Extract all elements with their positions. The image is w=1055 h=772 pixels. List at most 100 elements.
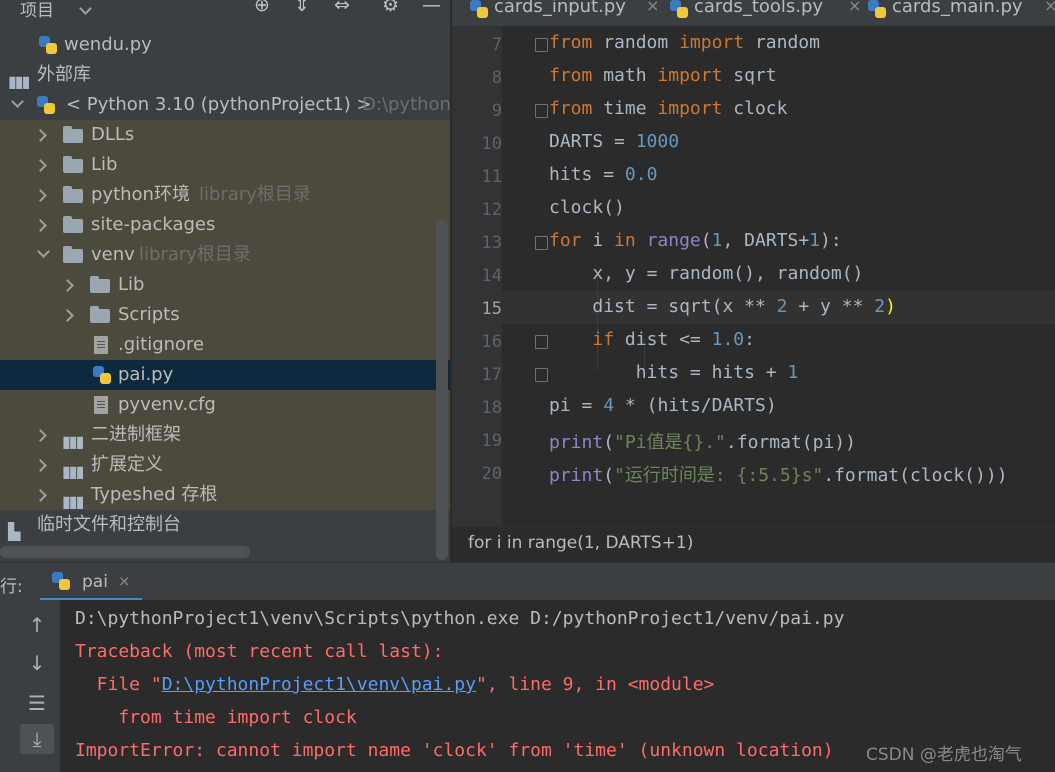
tree-item-label: site-packages <box>91 214 216 235</box>
chevron-right-icon[interactable] <box>36 191 46 201</box>
tree-item-pai-py[interactable]: pai.py <box>0 360 450 390</box>
chevron-right-icon[interactable] <box>63 311 73 321</box>
code-line[interactable]: from random import random <box>549 32 820 53</box>
close-icon[interactable]: × <box>646 0 659 15</box>
tree-item-extended-definitions[interactable]: ▮▮▮ 扩展定义 <box>0 450 450 481</box>
code-line[interactable]: x, y = random(), random() <box>549 263 863 284</box>
chevron-right-icon[interactable] <box>36 431 46 441</box>
tree-item-gitignore[interactable]: .gitignore <box>0 330 450 360</box>
fold-marker-icon[interactable] <box>535 335 548 349</box>
folder-icon <box>63 246 83 263</box>
scroll-to-end-icon[interactable]: ⤓ <box>20 724 54 754</box>
tree-vertical-scrollbar[interactable] <box>436 220 448 560</box>
console-code-line: from time import clock <box>75 707 357 728</box>
console-file-prefix: File " <box>75 674 162 695</box>
soft-wrap-icon[interactable]: ☰ <box>20 688 54 718</box>
tab-cards-main[interactable]: cards_main.py × <box>868 0 1055 22</box>
tab-cards-tools[interactable]: cards_tools.py × <box>670 0 861 22</box>
code-line[interactable]: print("运行时间是: {:5.5}s".format(clock())) <box>549 461 1008 487</box>
tree-item-python-env[interactable]: python环境 library根目录 <box>0 180 450 210</box>
tree-item-label: pyvenv.cfg <box>118 394 216 415</box>
run-tab-pai[interactable]: pai × <box>40 563 142 601</box>
chevron-right-icon[interactable] <box>36 161 46 171</box>
tree-item-wendu-py[interactable]: wendu.py <box>0 30 450 60</box>
code-line[interactable]: dist = sqrt(x ** 2 + y ** 2) <box>549 296 896 317</box>
code-line[interactable]: pi = 4 * (hits/DARTS) <box>549 395 777 416</box>
line-number: 10 <box>481 134 502 154</box>
breadcrumb-item[interactable]: for i in range(1, DARTS+1) <box>468 533 693 553</box>
project-view-dropdown-icon[interactable] <box>80 6 90 16</box>
line-number: 13 <box>481 233 502 253</box>
code-line[interactable]: hits = 0.0 <box>549 164 657 185</box>
locate-file-icon[interactable]: ⊕ <box>254 0 270 16</box>
tree-item-scratches[interactable]: ▙ 临时文件和控制台 <box>0 510 450 541</box>
tree-item-external-libraries[interactable]: ▮▮▮ 外部库 <box>0 60 450 91</box>
python-file-icon <box>670 0 688 18</box>
console-file-link[interactable]: D:\pythonProject1\venv\pai.py <box>162 674 476 695</box>
tree-item-label: 二进制框架 <box>91 424 181 445</box>
tree-item-binary-skeletons[interactable]: ▮▮▮ 二进制框架 <box>0 420 450 451</box>
run-tab-label: pai <box>82 572 108 592</box>
fold-marker-icon[interactable] <box>535 236 548 250</box>
breadcrumb[interactable]: for i in range(1, DARTS+1) <box>452 526 1055 563</box>
tree-horizontal-scrollbar[interactable] <box>0 546 250 558</box>
tree-item-python-sdk[interactable]: < Python 3.10 (pythonProject1) > D:\pyth… <box>0 90 450 120</box>
chevron-right-icon[interactable] <box>36 491 46 501</box>
tree-item-label: Typeshed 存根 <box>91 484 218 505</box>
folder-icon <box>63 126 83 143</box>
line-number-gutter: 7 8 9 10 11 12 13 14 15 16 17 18 19 20 <box>452 26 502 526</box>
tree-item-dlls[interactable]: DLLs <box>0 120 450 150</box>
scroll-down-icon[interactable]: ↓ <box>20 648 54 678</box>
run-label: 行: <box>0 577 23 597</box>
tab-cards-input[interactable]: cards_input.py × <box>470 0 660 22</box>
chevron-right-icon[interactable] <box>63 281 73 291</box>
minimize-icon[interactable]: — <box>422 0 441 16</box>
tree-item-label: Scripts <box>118 304 180 325</box>
fold-marker-icon[interactable] <box>535 38 548 52</box>
project-title[interactable]: 项目 <box>20 0 54 21</box>
fold-marker-icon[interactable] <box>535 104 548 118</box>
tree-item-label: 外部库 <box>37 64 91 85</box>
chevron-down-icon[interactable] <box>38 249 48 259</box>
tree-item-typeshed-stubs[interactable]: ▮▮▮ Typeshed 存根 <box>0 480 450 511</box>
chevron-right-icon[interactable] <box>36 461 46 471</box>
folder-icon <box>63 186 83 203</box>
close-icon[interactable]: × <box>1044 0 1055 15</box>
tree-item-pyvenv-cfg[interactable]: pyvenv.cfg <box>0 390 450 420</box>
tree-item-site-packages[interactable]: site-packages <box>0 210 450 240</box>
code-line[interactable]: from time import clock <box>549 98 787 119</box>
tree-item-venv[interactable]: venv library根目录 <box>0 240 450 270</box>
gear-icon[interactable]: ⚙ <box>382 0 399 16</box>
code-line[interactable]: if dist <= 1.0: <box>549 329 755 350</box>
tree-item-scripts[interactable]: Scripts <box>0 300 450 330</box>
code-editor[interactable]: 7 8 9 10 11 12 13 14 15 16 17 18 19 20 f… <box>452 26 1055 526</box>
config-file-icon <box>94 396 108 414</box>
fold-marker-icon[interactable] <box>535 368 548 382</box>
run-panel-header: 行: pai × <box>0 562 1055 601</box>
code-line[interactable]: clock() <box>549 197 625 218</box>
python-file-icon <box>39 36 57 54</box>
expand-all-icon[interactable]: ⇕ <box>294 0 310 16</box>
code-line[interactable]: print("Pi值是{}.".format(pi)) <box>549 428 856 454</box>
close-icon[interactable]: × <box>118 572 131 590</box>
tree-item-label: .gitignore <box>118 334 205 355</box>
collapse-all-icon[interactable]: ⇔ <box>334 0 350 16</box>
chevron-down-icon[interactable] <box>12 99 22 109</box>
close-icon[interactable]: × <box>848 0 861 15</box>
code-line[interactable]: from math import sqrt <box>549 65 777 86</box>
python-file-icon <box>470 0 488 18</box>
line-number: 9 <box>491 101 502 121</box>
chevron-right-icon[interactable] <box>36 221 46 231</box>
tree-item-label: 临时文件和控制台 <box>37 514 181 535</box>
code-line[interactable]: hits = hits + 1 <box>549 362 799 383</box>
code-line[interactable]: DARTS = 1000 <box>549 131 679 152</box>
chevron-right-icon[interactable] <box>36 131 46 141</box>
tree-item-lib[interactable]: Lib <box>0 150 450 180</box>
tree-item-venv-lib[interactable]: Lib <box>0 270 450 300</box>
scroll-up-icon[interactable]: ↑ <box>20 610 54 640</box>
code-line[interactable]: for i in range(1, DARTS+1): <box>549 230 842 251</box>
tree-item-hint: library根目录 <box>199 184 311 205</box>
tree-item-label: Lib <box>118 274 145 295</box>
tree-item-label: venv <box>91 244 135 265</box>
line-number-current: 15 <box>481 299 502 319</box>
